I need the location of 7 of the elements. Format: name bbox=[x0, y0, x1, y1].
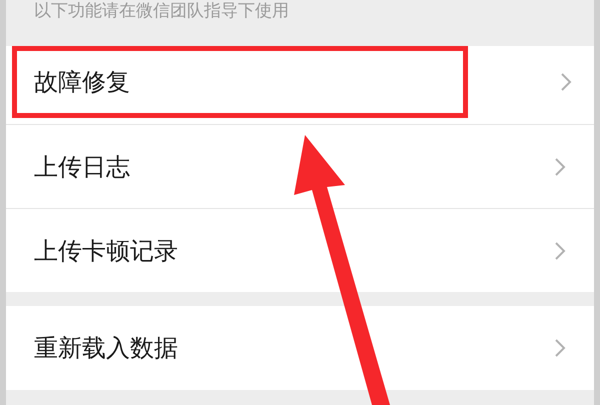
chevron-icon bbox=[554, 338, 566, 358]
settings-item[interactable]: 故障修复 bbox=[12, 46, 468, 118]
chevron-icon bbox=[560, 72, 572, 92]
settings-item[interactable]: 重新载入数据 bbox=[6, 306, 594, 390]
notice-text: 以下功能请在微信团队指导下使用 bbox=[33, 0, 290, 23]
chevron-icon bbox=[554, 240, 566, 260]
chevron-icon bbox=[554, 156, 566, 176]
